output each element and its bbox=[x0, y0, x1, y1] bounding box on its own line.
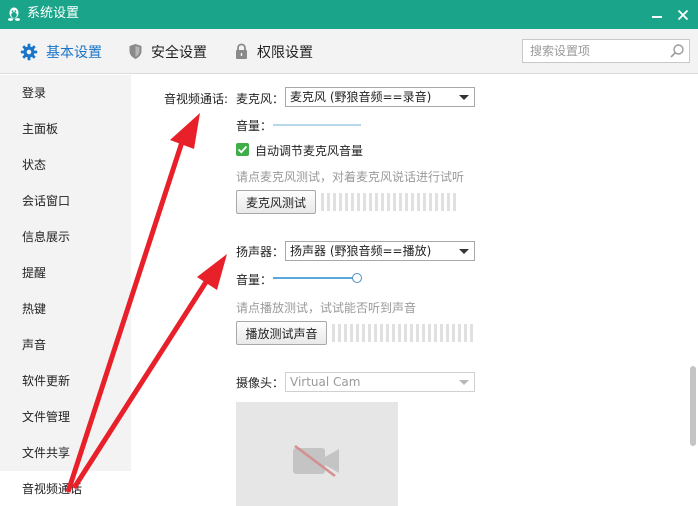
camera-label: 摄像头： bbox=[236, 376, 285, 390]
sidebar-item-file-management[interactable]: 文件管理 bbox=[0, 399, 131, 435]
settings-window: 系统设置 基本设置 安全设置 权限设置 搜索设置项 登录 主面板 状态 会话窗口… bbox=[0, 0, 698, 506]
minimize-icon[interactable] bbox=[648, 7, 666, 23]
speaker-test-button[interactable]: 播放测试声音 bbox=[236, 321, 327, 345]
mic-device-select[interactable]: 麦克风 (野狼音频==录音) bbox=[285, 87, 475, 107]
auto-adjust-label: 自动调节麦克风音量 bbox=[255, 144, 364, 158]
search-icon[interactable] bbox=[669, 43, 685, 59]
mic-test-hint: 请点麦克风测试，对着麦克风说话进行试听 bbox=[236, 170, 465, 184]
camera-device-select[interactable]: Virtual Cam bbox=[285, 372, 475, 392]
shield-icon bbox=[129, 44, 142, 59]
sidebar-item-software-update[interactable]: 软件更新 bbox=[0, 363, 131, 399]
tab-basic-settings-label: 基本设置 bbox=[46, 44, 102, 61]
gear-icon bbox=[20, 43, 38, 60]
sidebar-item-file-sharing[interactable]: 文件共享 bbox=[0, 435, 131, 471]
auto-adjust-checkbox[interactable] bbox=[236, 143, 249, 156]
sidebar-item-status[interactable]: 状态 bbox=[0, 147, 131, 183]
mic-level-meter bbox=[321, 193, 459, 211]
content-scrollbar-thumb[interactable] bbox=[690, 366, 696, 446]
speaker-label: 扬声器： bbox=[236, 245, 285, 259]
chevron-down-icon bbox=[459, 380, 469, 385]
chevron-down-icon bbox=[459, 249, 469, 254]
sidebar-item-hotkeys[interactable]: 热键 bbox=[0, 291, 131, 327]
sidebar-item-login[interactable]: 登录 bbox=[0, 75, 131, 111]
camera-off-icon bbox=[293, 444, 339, 478]
checkmark-icon bbox=[237, 145, 248, 154]
window-title: 系统设置 bbox=[27, 6, 80, 21]
sidebar-item-main-panel[interactable]: 主面板 bbox=[0, 111, 131, 147]
tab-security-settings-label: 安全设置 bbox=[151, 44, 207, 61]
tab-permission-settings[interactable]: 权限设置 bbox=[234, 29, 313, 74]
close-icon[interactable] bbox=[674, 6, 692, 24]
section-label: 音视频通话: bbox=[164, 92, 229, 106]
speaker-volume-label: 音量： bbox=[236, 273, 273, 287]
speaker-volume-fill bbox=[273, 277, 357, 279]
av-settings-panel: 音视频通话: 麦克风： 麦克风 (野狼音频==录音) 音量： 自动调节麦克风音量… bbox=[131, 75, 698, 506]
settings-search-box[interactable] bbox=[522, 39, 690, 63]
sidebar-item-reminders[interactable]: 提醒 bbox=[0, 255, 131, 291]
speaker-volume-slider-thumb[interactable] bbox=[352, 273, 362, 283]
speaker-test-hint: 请点播放测试，试试能否听到声音 bbox=[236, 301, 417, 315]
tab-permission-settings-label: 权限设置 bbox=[257, 44, 313, 61]
sidebar-item-chat-window[interactable]: 会话窗口 bbox=[0, 183, 131, 219]
speaker-device-value: 扬声器 (野狼音频==播放) bbox=[290, 244, 432, 258]
mic-device-value: 麦克风 (野狼音频==录音) bbox=[290, 90, 432, 104]
camera-device-value: Virtual Cam bbox=[290, 375, 361, 389]
search-input[interactable] bbox=[523, 40, 663, 62]
sidebar-item-info-display[interactable]: 信息展示 bbox=[0, 219, 131, 255]
speaker-level-meter bbox=[332, 324, 476, 342]
speaker-device-select[interactable]: 扬声器 (野狼音频==播放) bbox=[285, 241, 475, 261]
settings-sidebar: 登录 主面板 状态 会话窗口 信息展示 提醒 热键 声音 软件更新 文件管理 文… bbox=[0, 75, 131, 506]
tab-security-settings[interactable]: 安全设置 bbox=[128, 29, 207, 74]
lock-icon bbox=[236, 43, 247, 59]
mic-test-button[interactable]: 麦克风测试 bbox=[236, 190, 316, 214]
mic-label: 麦克风： bbox=[236, 92, 285, 106]
chevron-down-icon bbox=[459, 95, 469, 100]
mic-volume-label: 音量： bbox=[236, 119, 273, 133]
qq-penguin-icon bbox=[8, 7, 20, 21]
sidebar-item-av-call[interactable]: 音视频通话 bbox=[0, 471, 131, 506]
sidebar-item-sound[interactable]: 声音 bbox=[0, 327, 131, 363]
title-bar: 系统设置 bbox=[0, 0, 698, 29]
camera-preview bbox=[236, 402, 398, 506]
settings-tab-bar: 基本设置 安全设置 权限设置 bbox=[0, 29, 698, 74]
tab-basic-settings[interactable]: 基本设置 bbox=[20, 29, 102, 74]
mic-volume-slider[interactable] bbox=[273, 124, 361, 126]
